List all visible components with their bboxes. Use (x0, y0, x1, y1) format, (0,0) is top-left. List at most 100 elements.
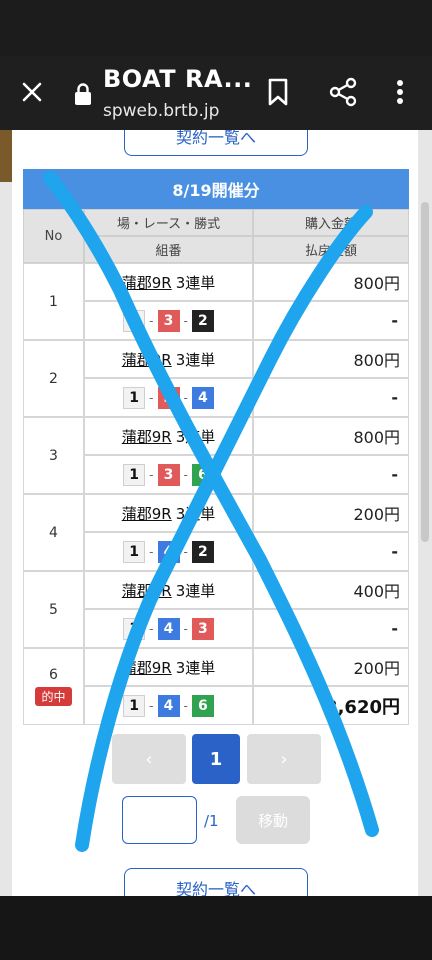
row-number-cell: 2 (23, 340, 84, 417)
combo-separator: - (149, 544, 154, 559)
race-venue-link[interactable]: 蒲郡9R (122, 659, 172, 677)
combo-separator: - (149, 467, 154, 482)
combo-numbers: 1-4-6 (123, 694, 214, 717)
web-page: 契約一覧へ 8/19開催分 No 場・レース・勝式 組番 購入金額 払戻金額 1… (0, 130, 432, 896)
race-venue-link[interactable]: 蒲郡9R (122, 351, 172, 369)
race-line: 蒲郡9R 3連単 (122, 272, 216, 293)
bet-type: 3連単 (175, 504, 216, 523)
header-no: No (23, 209, 84, 263)
lock-icon (72, 82, 94, 106)
boat-number: 4 (157, 617, 180, 640)
combo-separator: - (149, 698, 154, 713)
header-payout: 払戻金額 (253, 236, 409, 263)
row-number: 6 (49, 667, 58, 683)
boat-number: 3 (157, 386, 180, 409)
boat-number: 1 (123, 463, 146, 486)
row-number: 5 (49, 601, 58, 618)
row-number: 3 (49, 447, 58, 464)
combo-separator: - (183, 313, 188, 328)
bet-type: 3連単 (175, 273, 216, 292)
pager-current-page[interactable]: 1 (192, 734, 240, 784)
race-venue-link[interactable]: 蒲郡9R (122, 582, 172, 600)
combo-numbers: 1-4-2 (123, 540, 214, 563)
combo-separator: - (183, 467, 188, 482)
share-icon[interactable] (327, 76, 359, 108)
bet-type: 3連単 (175, 427, 216, 446)
combo-numbers: 1-4-3 (123, 617, 214, 640)
race-venue-link[interactable]: 蒲郡9R (122, 505, 172, 523)
browser-toolbar: BOAT RA... spweb.brtb.jp (0, 56, 432, 130)
boat-number: 1 (123, 694, 146, 717)
header-race: 場・レース・勝式 (84, 209, 253, 236)
more-options-icon[interactable] (388, 76, 412, 108)
combo-separator: - (149, 313, 154, 328)
combo-cell: 1-3-4 (84, 378, 253, 417)
race-cell: 蒲郡9R 3連単 (84, 494, 253, 532)
combo-numbers: 1-3-2 (123, 309, 214, 332)
race-cell: 蒲郡9R 3連単 (84, 417, 253, 455)
contract-list-link-top[interactable]: 契約一覧へ (124, 130, 308, 156)
combo-separator: - (149, 621, 154, 636)
left-accent (0, 130, 12, 182)
race-line: 蒲郡9R 3連単 (122, 503, 216, 524)
race-line: 蒲郡9R 3連単 (122, 349, 216, 370)
hit-badge: 的中 (35, 687, 72, 706)
race-line: 蒲郡9R 3連単 (122, 580, 216, 601)
page-url[interactable]: spweb.brtb.jp (103, 101, 219, 121)
row-number-cell: 3 (23, 417, 84, 494)
page-total: /1 (204, 812, 219, 830)
scrollbar-thumb[interactable] (421, 202, 429, 542)
race-venue-link[interactable]: 蒲郡9R (122, 428, 172, 446)
payout-amount: - (253, 609, 409, 648)
bookmark-icon[interactable] (262, 76, 294, 108)
boat-number: 6 (191, 463, 214, 486)
row-number: 2 (49, 370, 58, 387)
boat-number: 2 (191, 540, 214, 563)
pager-next-button[interactable]: › (247, 734, 321, 784)
boat-number: 1 (123, 617, 146, 640)
payout-amount: - (253, 378, 409, 417)
left-margin (0, 130, 12, 896)
row-number: 4 (49, 524, 58, 541)
boat-number: 3 (191, 617, 214, 640)
combo-cell: 1-4-6 (84, 686, 253, 725)
page-number-input[interactable] (122, 796, 197, 844)
table-title: 8/19開催分 (23, 169, 409, 209)
combo-separator: - (183, 544, 188, 559)
bet-type: 3連単 (175, 658, 216, 677)
boat-number: 6 (191, 694, 214, 717)
combo-cell: 1-4-2 (84, 532, 253, 571)
contract-list-link-bottom[interactable]: 契約一覧へ (124, 868, 308, 896)
bet-type: 3連単 (175, 581, 216, 600)
combo-numbers: 1-3-4 (123, 386, 214, 409)
row-number-cell: 4 (23, 494, 84, 571)
purchase-amount: 200円 (253, 648, 409, 686)
row-number-cell: 1 (23, 263, 84, 340)
boat-number: 1 (123, 386, 146, 409)
scrollbar[interactable] (418, 130, 432, 896)
payout-amount: 3,620円 (253, 686, 409, 725)
boat-number: 4 (157, 540, 180, 563)
move-button[interactable]: 移動 (236, 796, 310, 844)
header-purchase: 購入金額 (253, 209, 409, 236)
combo-cell: 1-4-3 (84, 609, 253, 648)
race-line: 蒲郡9R 3連単 (122, 657, 216, 678)
payout-amount: - (253, 532, 409, 571)
race-cell: 蒲郡9R 3連単 (84, 648, 253, 686)
race-cell: 蒲郡9R 3連単 (84, 263, 253, 301)
race-venue-link[interactable]: 蒲郡9R (122, 274, 172, 292)
purchase-amount: 400円 (253, 571, 409, 609)
payout-amount: - (253, 301, 409, 340)
close-icon[interactable] (14, 74, 50, 110)
boat-number: 3 (157, 309, 180, 332)
purchase-amount: 800円 (253, 263, 409, 301)
purchase-amount: 800円 (253, 340, 409, 378)
pager-prev-button[interactable]: ‹ (112, 734, 186, 784)
boat-number: 1 (123, 540, 146, 563)
purchase-amount: 800円 (253, 417, 409, 455)
boat-number: 2 (191, 309, 214, 332)
boat-number: 3 (157, 463, 180, 486)
purchase-amount: 200円 (253, 494, 409, 532)
payout-amount: - (253, 455, 409, 494)
combo-separator: - (183, 621, 188, 636)
